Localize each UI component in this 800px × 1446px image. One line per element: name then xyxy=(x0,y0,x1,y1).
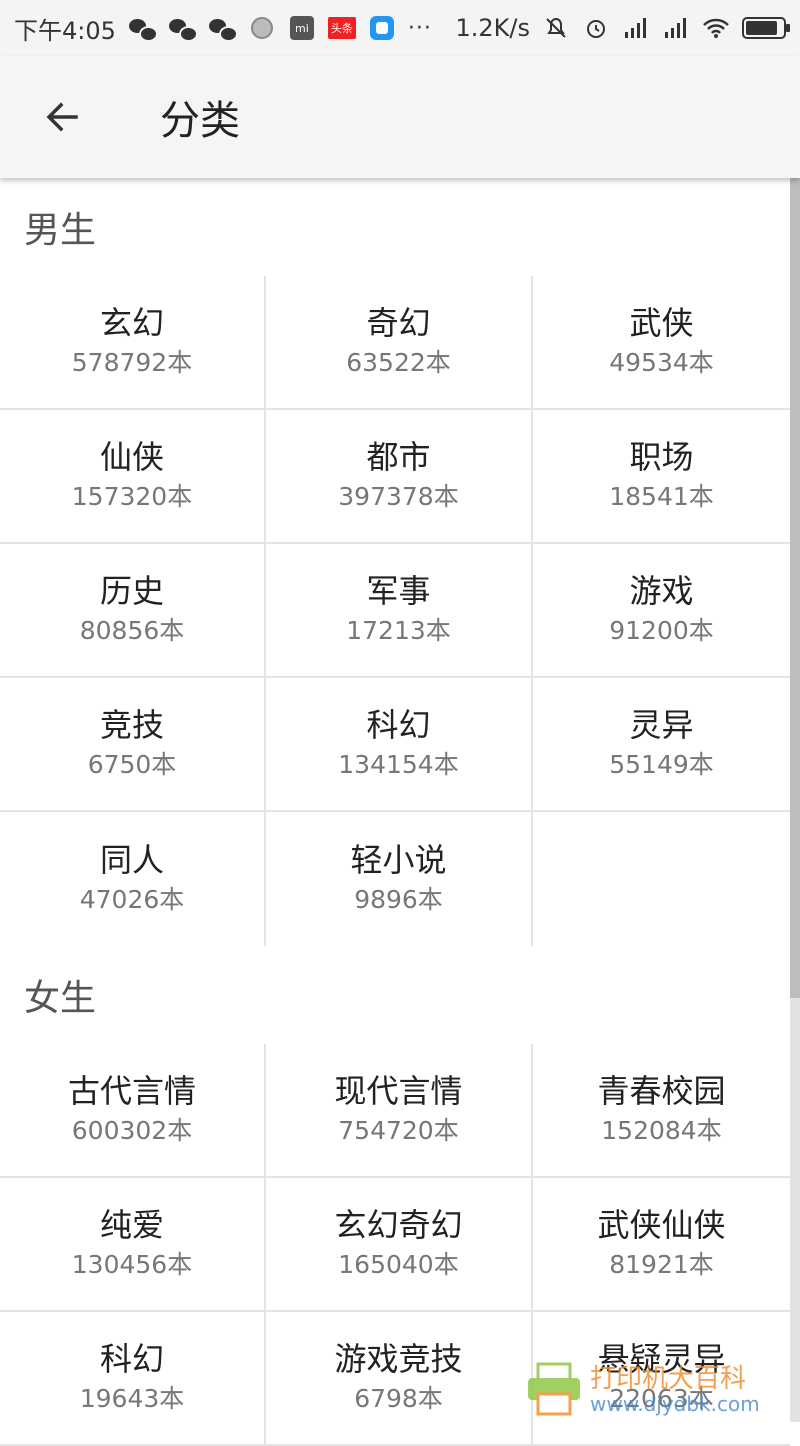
empty-cell xyxy=(533,812,790,946)
category-name: 轻小说 xyxy=(350,841,447,879)
app-bar: 分类 xyxy=(0,56,800,178)
page-title: 分类 xyxy=(160,98,240,144)
scrollbar[interactable] xyxy=(790,178,800,1422)
printer-icon xyxy=(528,1362,580,1416)
arrow-back-icon xyxy=(46,102,78,132)
category-name: 都市 xyxy=(366,438,431,476)
category-name: 历史 xyxy=(99,572,164,610)
category-name: 游戏 xyxy=(629,572,694,610)
category-name: 科幻 xyxy=(99,1340,164,1378)
category-item[interactable]: 灵异 55149本 xyxy=(533,678,790,812)
category-name: 游戏竞技 xyxy=(334,1340,463,1378)
signal-icon xyxy=(622,14,650,42)
category-count: 47026本 xyxy=(79,885,185,914)
signal-hd-icon xyxy=(662,14,690,42)
category-name: 武侠 xyxy=(629,304,694,342)
category-name: 科幻 xyxy=(366,706,431,744)
category-count: 165040本 xyxy=(338,1250,459,1279)
category-item[interactable]: 科幻 134154本 xyxy=(266,678,533,812)
category-count: 80856本 xyxy=(79,616,185,645)
category-name: 古代言情 xyxy=(67,1072,196,1110)
category-item[interactable]: 轻小说 9896本 xyxy=(266,812,533,946)
category-name: 竞技 xyxy=(99,706,164,744)
watermark-text: 打印机大百科 xyxy=(590,1364,747,1394)
category-item[interactable]: 职场 18541本 xyxy=(533,410,790,544)
category-grid-male: 玄幻 578792本 奇幻 63522本 武侠 49534本仙侠 157320本 都市 3973… xyxy=(0,276,790,946)
category-name: 青春校园 xyxy=(597,1072,726,1110)
category-item[interactable]: 古代言情 600302本 xyxy=(0,1044,266,1178)
category-item[interactable]: 奇幻 63522本 xyxy=(266,276,533,410)
section-title-male: 男生 xyxy=(24,210,97,251)
category-item[interactable]: 竞技 6750本 xyxy=(0,678,266,812)
category-count: 600302本 xyxy=(71,1116,193,1145)
category-name: 纯爱 xyxy=(99,1206,164,1244)
status-time: 下午4:05 xyxy=(14,16,116,45)
category-name: 军事 xyxy=(366,572,431,610)
category-count: 157320本 xyxy=(71,482,193,511)
category-name: 玄幻 xyxy=(99,304,164,342)
mi-store-icon: mi xyxy=(288,14,316,42)
status-bar: 下午4:05 mi 头条 ··· 1.2K/s xyxy=(0,0,800,56)
category-item[interactable]: 同人 47026本 xyxy=(0,812,266,946)
category-name: 仙侠 xyxy=(99,438,164,476)
battery-icon xyxy=(742,17,790,39)
category-count: 19643本 xyxy=(79,1384,185,1413)
category-count: 63522本 xyxy=(346,348,451,377)
category-count: 578792本 xyxy=(71,348,193,377)
category-count: 130456本 xyxy=(71,1250,193,1279)
category-count: 55149本 xyxy=(609,750,714,779)
watermark-url: www.djydbk.com xyxy=(590,1392,760,1416)
category-count: 9896本 xyxy=(354,885,443,914)
mute-icon xyxy=(542,14,570,42)
category-count: 18541本 xyxy=(609,482,714,511)
category-count: 6750本 xyxy=(87,750,177,779)
category-name: 灵异 xyxy=(629,706,694,744)
category-count: 49534本 xyxy=(609,348,714,377)
toutiao-icon: 头条 xyxy=(327,14,356,42)
category-item[interactable]: 都市 397378本 xyxy=(266,410,533,544)
category-name: 同人 xyxy=(99,841,164,879)
category-name: 奇幻 xyxy=(366,304,431,342)
category-count: 134154本 xyxy=(338,750,459,779)
category-count: 397378本 xyxy=(338,482,459,511)
category-item[interactable]: 青春校园 152084本 xyxy=(533,1044,790,1178)
more-notifications-icon: ··· xyxy=(407,15,432,41)
category-count: 81921本 xyxy=(609,1250,714,1279)
category-item[interactable]: 历史 80856本 xyxy=(0,544,266,678)
section-title-female: 女生 xyxy=(24,978,97,1019)
category-count: 91200本 xyxy=(609,616,714,645)
category-item[interactable]: 科幻 19643本 xyxy=(0,1312,266,1446)
watermark: 打印机大百科 www.djydbk.com xyxy=(520,1356,800,1422)
network-speed: 1.2K/s xyxy=(455,14,531,42)
scrollbar-thumb[interactable] xyxy=(790,178,800,998)
category-item[interactable]: 玄幻 578792本 xyxy=(0,276,266,410)
category-count: 6798本 xyxy=(354,1384,443,1413)
category-item[interactable]: 军事 17213本 xyxy=(266,544,533,678)
category-count: 17213本 xyxy=(346,616,451,645)
category-count: 754720本 xyxy=(338,1116,459,1145)
wechat-icon xyxy=(208,14,238,42)
category-item[interactable]: 仙侠 157320本 xyxy=(0,410,266,544)
category-item[interactable]: 武侠仙侠 81921本 xyxy=(533,1178,790,1312)
app-circle-icon xyxy=(248,14,276,42)
category-item[interactable]: 游戏 91200本 xyxy=(533,544,790,678)
app-blue-icon xyxy=(368,14,396,42)
wechat-icon xyxy=(128,14,158,42)
category-name: 玄幻奇幻 xyxy=(334,1206,463,1244)
category-item[interactable]: 武侠 49534本 xyxy=(533,276,790,410)
category-item[interactable]: 游戏竞技 6798本 xyxy=(266,1312,533,1446)
alarm-icon xyxy=(582,14,610,42)
category-content[interactable]: 男生 玄幻 578792本 奇幻 63522本 武侠 49534本仙侠 157320本 都市 3… xyxy=(0,178,790,1446)
back-button[interactable] xyxy=(32,87,92,147)
category-count: 152084本 xyxy=(601,1116,722,1145)
category-name: 武侠仙侠 xyxy=(597,1206,726,1244)
category-name: 现代言情 xyxy=(334,1072,463,1110)
category-item[interactable]: 纯爱 130456本 xyxy=(0,1178,266,1312)
category-item[interactable]: 玄幻奇幻 165040本 xyxy=(266,1178,533,1312)
category-name: 职场 xyxy=(629,438,694,476)
wechat-icon xyxy=(168,14,198,42)
wifi-icon xyxy=(702,14,730,42)
category-item[interactable]: 现代言情 754720本 xyxy=(266,1044,533,1178)
